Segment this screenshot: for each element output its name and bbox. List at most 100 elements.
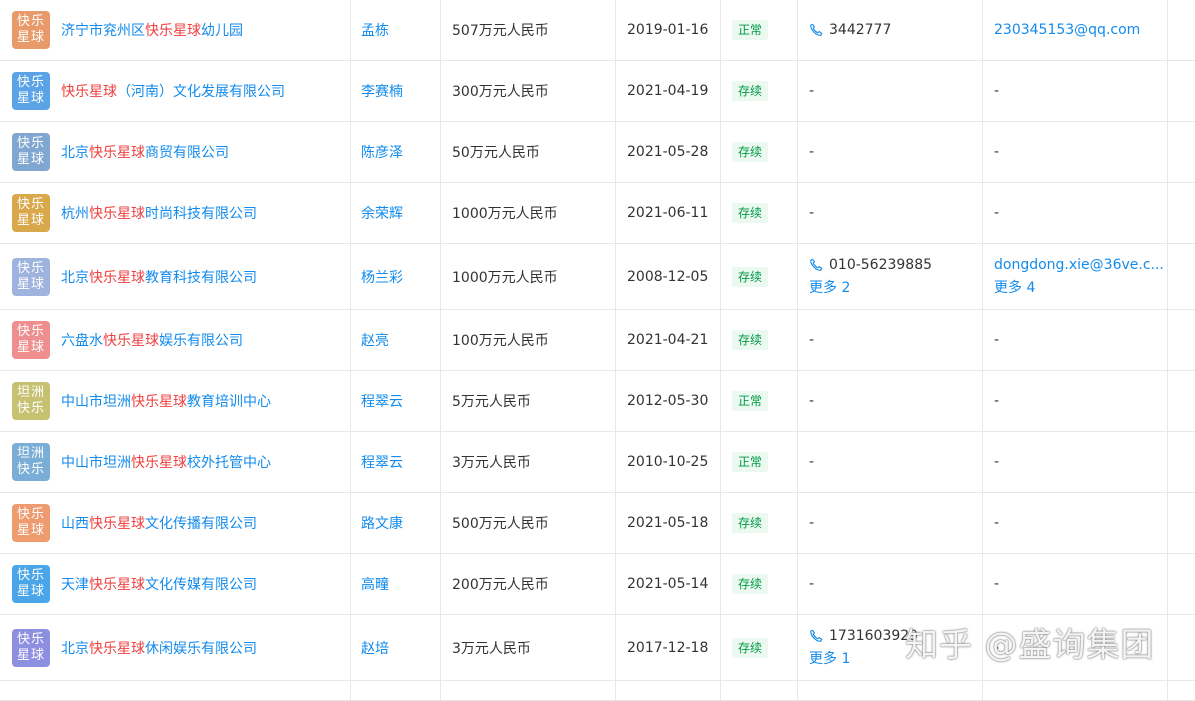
phone-empty: - bbox=[809, 144, 815, 160]
company-cell: 快乐 星球 北京快乐星球商贸有限公司 bbox=[0, 122, 350, 182]
company-name-link[interactable]: 中山市坦洲快乐星球校外托管中心 bbox=[61, 452, 271, 472]
company-name-highlight: 快乐星球 bbox=[89, 516, 145, 532]
status-badge: 存续 bbox=[732, 574, 769, 594]
capital-cell: 300万元人民币 bbox=[440, 61, 615, 121]
registered-capital: 500万元人民币 bbox=[452, 516, 549, 532]
phone-cell: - bbox=[797, 61, 983, 121]
company-name-link[interactable]: 山西快乐星球文化传播有限公司 bbox=[61, 513, 257, 533]
table-row: 快乐 星球 六盘水快乐星球娱乐有限公司 赵亮 100万元人民币 2021-04-21 存续 -… bbox=[0, 310, 1195, 371]
company-name-link[interactable]: 北京快乐星球商贸有限公司 bbox=[61, 142, 229, 162]
email-cell: - bbox=[982, 61, 1168, 121]
date-cell: 2008-12-05 bbox=[615, 244, 720, 309]
phone-line: 3442777 bbox=[809, 22, 891, 38]
email-empty: - bbox=[994, 144, 1000, 160]
legal-rep-link[interactable]: 程翠云 bbox=[361, 452, 403, 472]
legal-rep-link[interactable]: 孟栋 bbox=[361, 20, 389, 40]
company-name-link[interactable]: 中山市坦洲快乐星球教育培训中心 bbox=[61, 391, 271, 411]
company-name-part: 天津 bbox=[61, 577, 89, 593]
phone-cell: - bbox=[797, 432, 983, 492]
legal-rep-cell: 程翠云 bbox=[350, 432, 440, 492]
registered-capital: 3万元人民币 bbox=[452, 640, 531, 657]
date-cell: 2019-01-16 bbox=[615, 0, 720, 60]
logo-text: 快乐 bbox=[16, 462, 45, 477]
company-name-link[interactable]: 六盘水快乐星球娱乐有限公司 bbox=[61, 330, 243, 350]
phone-icon bbox=[809, 23, 823, 37]
table-row: 坦洲 快乐 中山市坦洲快乐星球教育培训中心 程翠云 5万元人民币 2012-05-30 正常… bbox=[0, 371, 1195, 432]
established-date: 2019-01-16 bbox=[627, 22, 709, 38]
empty-cell bbox=[0, 681, 350, 700]
status-cell: 正常 bbox=[720, 0, 798, 60]
legal-rep-link[interactable]: 程翠云 bbox=[361, 391, 403, 411]
table-row: 快乐 星球 快乐星球（河南）文化发展有限公司 李赛楠 300万元人民币 2021-04-1… bbox=[0, 61, 1195, 122]
date-cell: 2010-10-25 bbox=[615, 432, 720, 492]
logo-text: 星球 bbox=[16, 30, 45, 45]
company-name-link[interactable]: 北京快乐星球休闲娱乐有限公司 bbox=[61, 638, 257, 658]
email-empty: - bbox=[994, 454, 1000, 470]
phone-empty: - bbox=[809, 83, 815, 99]
status-badge: 正常 bbox=[732, 391, 769, 411]
email-cell: 230345153@qq.com bbox=[982, 0, 1168, 60]
company-name-link[interactable]: 杭州快乐星球时尚科技有限公司 bbox=[61, 203, 257, 223]
registered-capital: 3万元人民币 bbox=[452, 455, 531, 471]
trailing-cell bbox=[1167, 310, 1195, 370]
legal-rep-link[interactable]: 余荣辉 bbox=[361, 203, 403, 223]
trailing-cell bbox=[1167, 0, 1195, 60]
company-name-link[interactable]: 天津快乐星球文化传媒有限公司 bbox=[61, 574, 257, 594]
legal-rep-link[interactable]: 赵亮 bbox=[361, 330, 389, 350]
logo-text: 星球 bbox=[16, 584, 45, 599]
established-date: 2021-06-11 bbox=[627, 205, 709, 221]
email-cell: - bbox=[982, 183, 1168, 243]
phone-number: 010-56239885 bbox=[829, 256, 933, 273]
registered-capital: 200万元人民币 bbox=[452, 577, 549, 593]
company-cell: 快乐 星球 北京快乐星球教育科技有限公司 bbox=[0, 244, 350, 309]
trailing-cell bbox=[1167, 183, 1195, 243]
legal-rep-link[interactable]: 李赛楠 bbox=[361, 81, 403, 101]
trailing-cell bbox=[1167, 122, 1195, 182]
company-cell: 快乐 星球 杭州快乐星球时尚科技有限公司 bbox=[0, 183, 350, 243]
table-row: 快乐 星球 济宁市兖州区快乐星球幼儿园 孟栋 507万元人民币 2019-01-16 正常 3… bbox=[0, 0, 1195, 61]
legal-rep-link[interactable]: 高疃 bbox=[361, 574, 389, 594]
company-cell: 快乐 星球 快乐星球（河南）文化发展有限公司 bbox=[0, 61, 350, 121]
phone-stack: 3442777 bbox=[809, 22, 891, 38]
phone-number: 3442777 bbox=[829, 22, 892, 38]
company-name-link[interactable]: 济宁市兖州区快乐星球幼儿园 bbox=[61, 20, 243, 40]
company-name-part: 中山市坦洲 bbox=[61, 394, 131, 410]
established-date: 2021-05-14 bbox=[627, 576, 709, 592]
empty-cell bbox=[720, 681, 798, 700]
email-link[interactable]: dongdong.xie@36ve.c... bbox=[994, 257, 1164, 273]
legal-rep-link[interactable]: 路文康 bbox=[361, 513, 403, 533]
trailing-cell bbox=[1167, 432, 1195, 492]
legal-rep-cell: 程翠云 bbox=[350, 371, 440, 431]
status-cell: 存续 bbox=[720, 310, 798, 370]
logo-text: 星球 bbox=[16, 340, 45, 355]
table-row: 快乐 星球 北京快乐星球商贸有限公司 陈彦泽 50万元人民币 2021-05-28 存续 - - bbox=[0, 122, 1195, 183]
email-more-link[interactable]: 更多 4 bbox=[994, 277, 1164, 297]
established-date: 2017-12-18 bbox=[627, 639, 709, 656]
capital-cell: 3万元人民币 bbox=[440, 615, 615, 680]
phone-empty: - bbox=[809, 576, 815, 592]
status-badge: 正常 bbox=[732, 20, 769, 40]
trailing-cell bbox=[1167, 371, 1195, 431]
legal-rep-link[interactable]: 陈彦泽 bbox=[361, 142, 403, 162]
email-empty: - bbox=[994, 205, 1000, 221]
logo-text: 快乐 bbox=[16, 75, 45, 90]
phone-cell: - bbox=[797, 554, 983, 614]
status-cell: 存续 bbox=[720, 493, 798, 553]
company-name-highlight: 快乐星球 bbox=[89, 577, 145, 593]
logo-text: 坦洲 bbox=[16, 385, 45, 400]
phone-more-link[interactable]: 更多 2 bbox=[809, 277, 932, 297]
legal-rep-link[interactable]: 杨兰彩 bbox=[361, 267, 403, 287]
logo-text: 星球 bbox=[16, 91, 45, 106]
company-name-link[interactable]: 快乐星球（河南）文化发展有限公司 bbox=[61, 81, 285, 101]
status-badge: 存续 bbox=[732, 513, 769, 533]
legal-rep-cell: 孟栋 bbox=[350, 0, 440, 60]
table-row: 快乐 星球 天津快乐星球文化传媒有限公司 高疃 200万元人民币 2021-05-14 存续… bbox=[0, 554, 1195, 615]
phone-more-link[interactable]: 更多 1 bbox=[809, 648, 918, 668]
empty-cell bbox=[797, 681, 983, 700]
date-cell: 2021-05-14 bbox=[615, 554, 720, 614]
company-name-link[interactable]: 北京快乐星球教育科技有限公司 bbox=[61, 267, 257, 287]
capital-cell: 3万元人民币 bbox=[440, 432, 615, 492]
company-name-highlight: 快乐星球 bbox=[131, 394, 187, 410]
legal-rep-link[interactable]: 赵培 bbox=[361, 638, 389, 658]
email-link[interactable]: 230345153@qq.com bbox=[994, 22, 1140, 38]
